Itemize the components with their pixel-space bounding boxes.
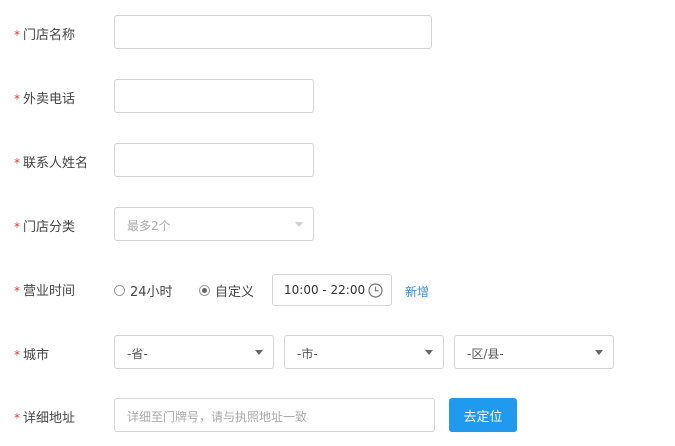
chevron-down-icon: [255, 350, 263, 355]
required-mark: *: [14, 348, 20, 362]
category-label: * 门店分类: [14, 216, 75, 235]
province-select[interactable]: -省-: [114, 335, 274, 369]
chevron-down-icon: [595, 350, 603, 355]
time-range-value: 10:00 - 22:00: [284, 283, 366, 297]
hours-label: * 营业时间: [14, 280, 75, 299]
radio-24h-label: 24小时: [130, 285, 173, 300]
store-name-input[interactable]: [114, 15, 432, 49]
city-label-text: 城市: [23, 348, 50, 363]
required-mark: *: [14, 411, 20, 425]
time-range-input[interactable]: 10:00 - 22:00: [272, 274, 392, 306]
add-time-link[interactable]: 新增: [405, 283, 429, 300]
category-placeholder: 最多2个: [127, 219, 171, 233]
takeout-phone-label: * 外卖电话: [14, 88, 75, 107]
required-mark: *: [14, 92, 20, 106]
radio-custom-label: 自定义: [215, 285, 255, 300]
address-placeholder: 详细至门牌号，请与执照地址一致: [127, 410, 308, 424]
chevron-down-icon: [295, 222, 303, 227]
province-value: -省-: [127, 347, 148, 361]
district-value: -区/县-: [467, 347, 504, 361]
contact-name-label-text: 联系人姓名: [23, 156, 89, 171]
contact-name-label: * 联系人姓名: [14, 152, 88, 171]
category-label-text: 门店分类: [23, 220, 76, 235]
district-select[interactable]: -区/县-: [454, 335, 614, 369]
radio-24h-icon: [114, 285, 125, 296]
chevron-down-icon: [425, 350, 433, 355]
required-mark: *: [14, 220, 20, 234]
required-mark: *: [14, 284, 20, 298]
address-label: * 详细地址: [14, 407, 75, 426]
store-name-label: * 门店名称: [14, 24, 75, 43]
address-input[interactable]: 详细至门牌号，请与执照地址一致: [114, 398, 435, 432]
takeout-phone-label-text: 外卖电话: [23, 92, 76, 107]
contact-name-input[interactable]: [114, 143, 314, 177]
city-value: -市-: [297, 347, 318, 361]
radio-custom-icon: [199, 285, 210, 296]
takeout-phone-input[interactable]: [114, 79, 314, 113]
radio-custom[interactable]: 自定义: [199, 281, 254, 300]
store-name-label-text: 门店名称: [23, 28, 76, 43]
clock-icon: [368, 283, 383, 298]
city-select[interactable]: -市-: [284, 335, 444, 369]
required-mark: *: [14, 156, 20, 170]
category-select[interactable]: 最多2个: [114, 207, 314, 241]
hours-label-text: 营业时间: [23, 284, 76, 299]
locate-button[interactable]: 去定位: [449, 398, 517, 432]
required-mark: *: [14, 28, 20, 42]
radio-24h[interactable]: 24小时: [114, 281, 173, 300]
address-label-text: 详细地址: [23, 411, 76, 426]
city-label: * 城市: [14, 344, 49, 363]
